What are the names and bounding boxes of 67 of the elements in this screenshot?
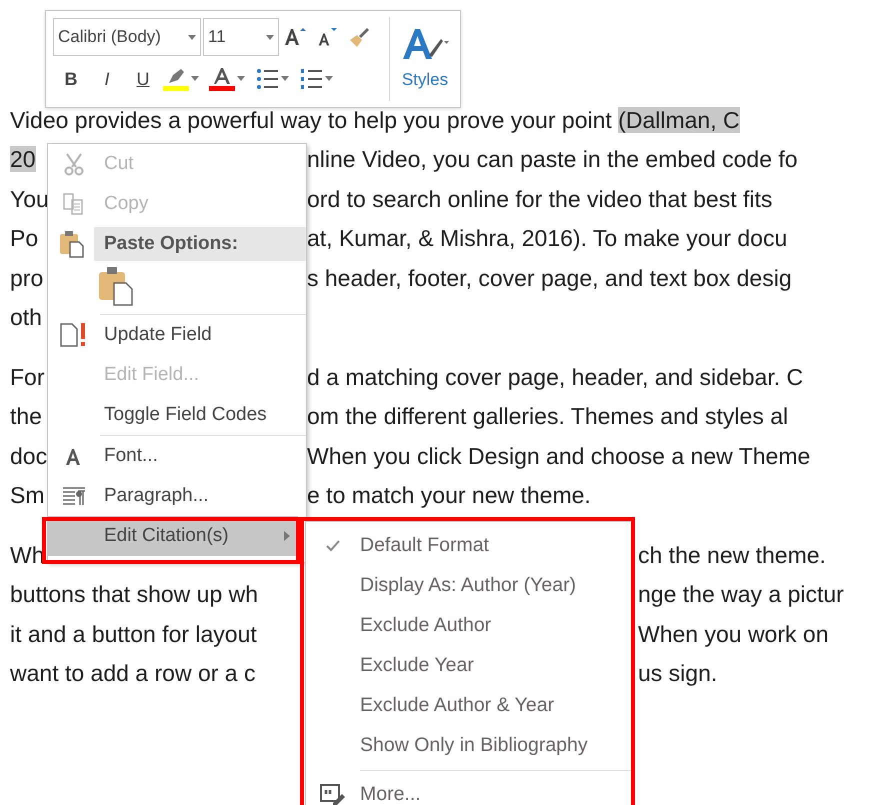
numbered-list-icon xyxy=(300,68,322,90)
body-text: buttons that show up wh xyxy=(10,581,258,607)
scissors-icon xyxy=(62,152,86,176)
selected-citation: (Dallman, C xyxy=(618,106,740,132)
bullet-list-icon xyxy=(256,68,278,90)
body-text: d a matching cover page, header, and sidebar. C xyxy=(307,362,804,392)
menu-item[interactable]: Font... xyxy=(48,436,306,476)
body-text: at, Kumar, & Mishra, 2016). To make your docu xyxy=(307,224,788,253)
body-text: nge the way a pictur xyxy=(638,580,844,609)
dropdown-caret-icon xyxy=(281,76,289,82)
body-text: Sm xyxy=(10,482,44,508)
menu-item[interactable]: Exclude Author & Year xyxy=(306,686,631,726)
styles-button[interactable]: Styles xyxy=(389,17,460,101)
dropdown-caret-icon xyxy=(188,35,196,40)
body-text: the xyxy=(10,403,42,429)
body-text: s header, footer, cover page, and text box desig xyxy=(307,264,792,293)
body-text: ch the new theme. xyxy=(638,540,826,570)
font-size-combo[interactable]: 11 xyxy=(203,18,279,56)
font-color-icon xyxy=(209,67,235,91)
grow-font-icon xyxy=(284,27,306,47)
font-icon xyxy=(65,447,83,465)
dropdown-caret-icon xyxy=(191,76,199,82)
body-text: Video provides a powerful way to help you prove your point xyxy=(10,106,613,132)
body-text: want to add a row or a c xyxy=(10,660,256,686)
bold-button[interactable]: B xyxy=(53,63,89,95)
brush-icon xyxy=(348,26,370,48)
body-text: pro xyxy=(10,264,44,290)
menu-item[interactable]: Exclude Year xyxy=(306,646,631,686)
dropdown-caret-icon xyxy=(325,76,333,82)
body-text: When you work on xyxy=(638,620,828,649)
menu-item[interactable]: Update Field xyxy=(48,315,306,355)
body-text: e to match your new theme. xyxy=(307,481,591,510)
body-text: For xyxy=(10,364,44,390)
body-text: You xyxy=(10,186,49,212)
selected-citation: 20 xyxy=(10,146,36,172)
keep-formatting-paste-button[interactable] xyxy=(98,266,134,306)
body-text: om the different galleries. Themes and styles al xyxy=(307,402,788,431)
dropdown-caret-icon xyxy=(237,76,245,82)
shrink-font-icon xyxy=(316,27,338,47)
submenu-arrow-icon xyxy=(284,530,290,541)
menu-item[interactable]: Default Format xyxy=(306,526,631,566)
citation-edit-icon xyxy=(320,783,346,805)
menu-item[interactable]: More... xyxy=(306,775,631,805)
menu-item[interactable]: Show Only in Bibliography xyxy=(306,726,631,766)
body-text: doc xyxy=(10,442,48,468)
italic-button[interactable]: I xyxy=(89,63,125,95)
body-text: Po xyxy=(10,225,38,251)
menu-item[interactable]: Display As: Author (Year) xyxy=(306,566,631,606)
font-name-combo[interactable]: Calibri (Body) xyxy=(53,18,201,56)
body-text: When you click Design and choose a new Theme xyxy=(307,442,810,471)
paste-options-heading: Paste Options: xyxy=(94,227,306,261)
clipboard-icon xyxy=(59,230,85,258)
underline-button[interactable]: U xyxy=(125,63,161,95)
menu-item[interactable]: Exclude Author xyxy=(306,606,631,646)
clipboard-icon xyxy=(98,266,134,306)
body-text: us sign. xyxy=(638,659,718,688)
highlighter-icon xyxy=(163,67,189,91)
document-alert-icon xyxy=(60,322,88,348)
menu-item[interactable]: Toggle Field Codes xyxy=(48,395,306,435)
copy-icon xyxy=(62,192,86,216)
body-text: ord to search online for the video that best fits xyxy=(307,184,772,214)
body-text: it and a button for layout xyxy=(10,620,257,646)
paragraph-icon xyxy=(62,486,86,506)
body-text: oth xyxy=(10,304,42,330)
dropdown-caret-icon xyxy=(266,35,274,40)
body-text: nline Video, you can paste in the embed code fo xyxy=(307,145,798,174)
menu-item[interactable]: Paragraph... xyxy=(48,476,306,516)
